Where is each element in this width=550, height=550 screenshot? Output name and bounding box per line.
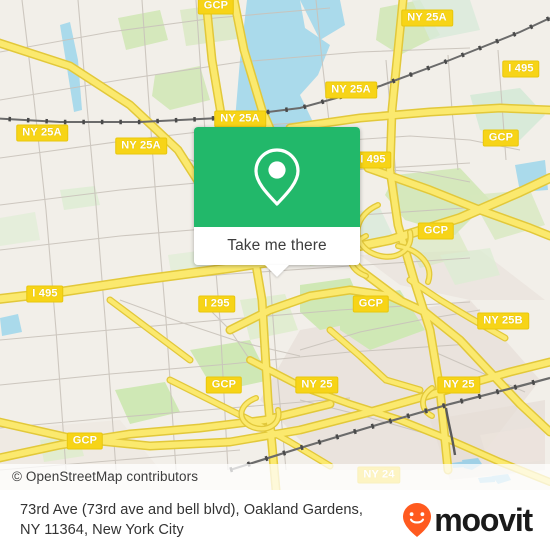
callout-pointer-tail — [265, 265, 289, 277]
moovit-smiley-pin-icon — [403, 503, 432, 537]
callout-icon-area — [194, 127, 360, 227]
highway-shield: NY 25A — [115, 137, 167, 155]
highway-shield: NY 25A — [214, 110, 266, 128]
map-canvas[interactable]: GCP NY 25A I 495 NY 25A NY 25A NY 25A NY 25A GC… — [0, 0, 550, 490]
highway-shield: NY 25B — [477, 312, 529, 330]
highway-shield: NY 25A — [401, 9, 453, 27]
moovit-wordmark: moovit — [434, 502, 533, 538]
map-attribution[interactable]: © OpenStreetMap contributors — [0, 464, 550, 490]
address-line-1: 73rd Ave (73rd ave and bell blvd), Oakla… — [20, 502, 364, 518]
highway-shield: I 295 — [198, 295, 236, 313]
footer-bar: 73rd Ave (73rd ave and bell blvd), Oakla… — [0, 490, 550, 550]
map-screenshot: GCP NY 25A I 495 NY 25A NY 25A NY 25A NY 25A GC… — [0, 0, 550, 550]
highway-shield: GCP — [197, 0, 235, 15]
highway-shield: NY 25A — [16, 124, 68, 142]
highway-shield: GCP — [482, 129, 520, 147]
address-line-2: NY 11364, New York City — [20, 522, 184, 538]
highway-shield: GCP — [66, 432, 104, 450]
map-pin-icon — [254, 148, 300, 206]
moovit-logo[interactable]: moovit — [402, 502, 533, 538]
location-callout-card[interactable]: Take me there — [194, 127, 360, 277]
highway-shield: NY 25 — [295, 376, 339, 394]
highway-shield: I 495 — [502, 60, 540, 78]
callout-action-area[interactable]: Take me there — [194, 227, 360, 277]
highway-shield: NY 25 — [437, 376, 481, 394]
highway-shield: NY 25A — [325, 81, 377, 99]
highway-shield: GCP — [417, 222, 455, 240]
take-me-there-button[interactable]: Take me there — [227, 237, 327, 255]
address-text: 73rd Ave (73rd ave and bell blvd), Oakla… — [20, 500, 363, 540]
highway-shield: I 495 — [26, 285, 64, 303]
highway-shield: GCP — [205, 376, 243, 394]
highway-shield: GCP — [352, 295, 390, 313]
